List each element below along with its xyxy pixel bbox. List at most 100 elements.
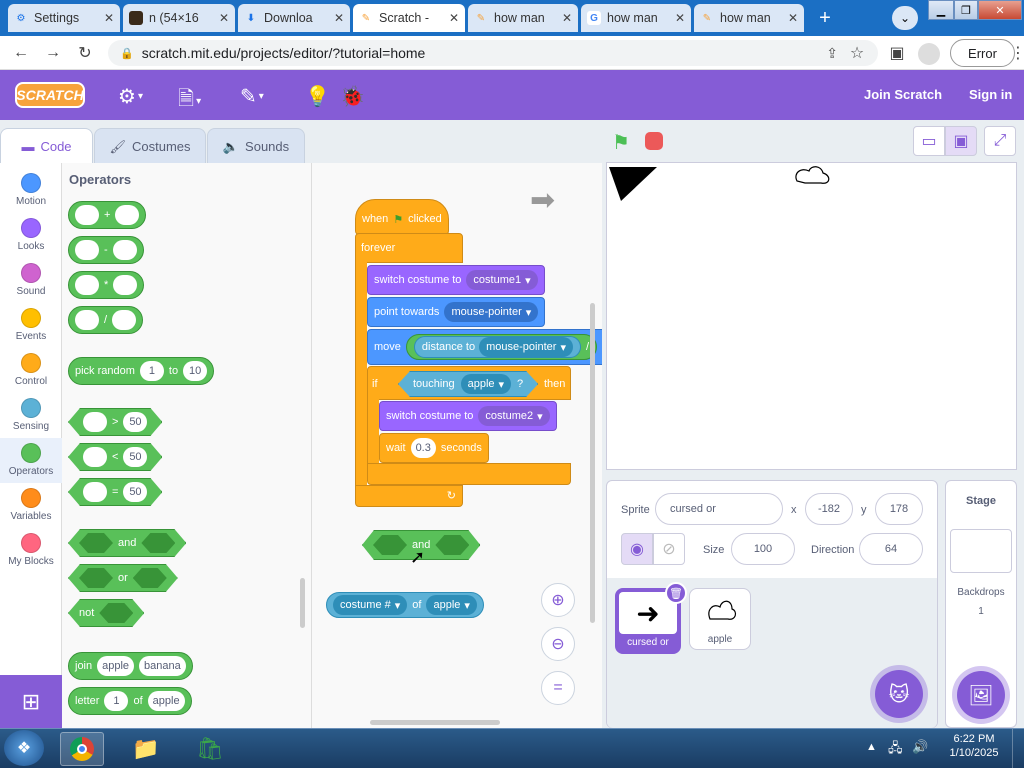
scratch-logo[interactable]: SCRATCH	[15, 82, 85, 108]
add-block[interactable]: +	[68, 201, 147, 229]
block-input[interactable]	[112, 240, 137, 260]
omnibox[interactable]: 🔒 scratch.mit.edu/projects/editor/?tutor…	[108, 40, 878, 66]
small-stage-button[interactable]: ▭	[913, 126, 945, 156]
back-button[interactable]: ←	[10, 43, 32, 63]
reload-button[interactable]: ↻	[74, 43, 96, 63]
block-input[interactable]	[83, 447, 107, 467]
subtract-block[interactable]: -	[68, 236, 144, 264]
green-flag-button[interactable]: ⚑	[612, 130, 630, 155]
greater-than-block[interactable]: >50	[68, 408, 162, 436]
direction-input[interactable]: 64	[859, 533, 923, 565]
sign-in-link[interactable]: Sign in	[969, 87, 1012, 102]
tutorials-icon[interactable]: 💡	[305, 84, 330, 109]
category-looks[interactable]: Looks	[0, 213, 62, 258]
block-input[interactable]	[75, 275, 99, 295]
or-block[interactable]: or	[68, 564, 178, 592]
volume-icon[interactable]: 🔊	[912, 739, 928, 755]
hide-sprite-button[interactable]: ⊘	[653, 533, 685, 565]
forever-block[interactable]: forever	[355, 233, 463, 263]
share-icon[interactable]: ⇪	[826, 45, 838, 62]
block-input[interactable]: apple	[147, 691, 185, 711]
minimize-button[interactable]: ▁	[928, 0, 954, 20]
error-button[interactable]: Error	[950, 39, 1015, 67]
costume-dropdown[interactable]: costume1 ▾	[466, 270, 538, 290]
block-input[interactable]: 1	[104, 691, 129, 711]
move-steps-block[interactable]: move distance to mouse-pointer ▾ /	[367, 329, 602, 365]
boolean-slot[interactable]	[373, 535, 407, 555]
bookmark-star-icon[interactable]: ☆	[846, 43, 868, 63]
wait-input[interactable]: 0.3	[410, 438, 436, 458]
palette-scrollbar[interactable]	[300, 578, 305, 628]
add-extension-button[interactable]: ⊞	[0, 675, 62, 728]
block-input[interactable]: 1	[139, 361, 164, 381]
vertical-scrollbar[interactable]	[590, 303, 595, 623]
block-input[interactable]: banana	[139, 656, 186, 676]
category-events[interactable]: Events	[0, 303, 62, 348]
block-input[interactable]: 10	[183, 361, 208, 381]
browser-tab[interactable]: G how man ✕	[581, 4, 691, 32]
close-icon[interactable]: ✕	[675, 11, 685, 25]
boolean-slot[interactable]	[79, 568, 113, 588]
tab-sounds[interactable]: 🔈 Sounds	[207, 128, 305, 164]
tab-costumes[interactable]: 🖌 Costumes	[94, 128, 206, 164]
category-operators[interactable]: Operators	[0, 438, 62, 483]
switch-costume-block[interactable]: switch costume to costume1 ▾	[367, 265, 545, 295]
store-taskbar-button[interactable]: 🛍	[188, 732, 232, 766]
start-button[interactable]: ❖	[4, 730, 44, 766]
close-icon[interactable]: ✕	[788, 11, 798, 25]
boolean-slot[interactable]	[435, 535, 469, 555]
kebab-menu-icon[interactable]: ⋮	[1010, 43, 1024, 63]
block-input[interactable]	[83, 482, 107, 502]
settings-menu[interactable]: ⚙ ▾	[118, 84, 143, 109]
choose-sprite-button[interactable]: 🐱	[875, 670, 923, 718]
block-input[interactable]	[115, 205, 140, 225]
zoom-out-button[interactable]: ⊖	[541, 627, 575, 661]
category-motion[interactable]: Motion	[0, 168, 62, 213]
touching-dropdown[interactable]: apple ▾	[461, 374, 511, 394]
browser-tab[interactable]: ⬇ Downloa ✕	[238, 4, 350, 32]
forward-button[interactable]: →	[42, 43, 64, 63]
horizontal-scrollbar[interactable]	[370, 720, 500, 725]
switch-costume-block[interactable]: switch costume to costume2 ▾	[379, 401, 557, 431]
size-input[interactable]: 100	[731, 533, 795, 565]
boolean-slot[interactable]	[99, 603, 133, 623]
zoom-in-button[interactable]: ⊕	[541, 583, 575, 617]
y-input[interactable]: 178	[875, 493, 923, 525]
close-icon[interactable]: ✕	[104, 11, 114, 25]
clock[interactable]: 6:22 PM 1/10/2025	[944, 733, 1004, 759]
block-input[interactable]: 50	[123, 482, 147, 502]
boolean-slot[interactable]	[79, 533, 113, 553]
sprite-card[interactable]: apple	[689, 588, 751, 650]
script-area[interactable]: when ⚑ clicked forever ↻ switch costume …	[312, 163, 602, 728]
distance-to-reporter[interactable]: distance to mouse-pointer ▾	[413, 336, 581, 358]
block-input[interactable]	[112, 310, 137, 330]
side-panel-icon[interactable]: ▣	[886, 43, 908, 63]
large-stage-button[interactable]: ▣	[945, 126, 977, 156]
letter-of-block[interactable]: letter 1 of apple	[68, 687, 192, 715]
stage-canvas[interactable]	[606, 162, 1017, 470]
browser-tab[interactable]: ✎ how man ✕	[468, 4, 578, 32]
category-sensing[interactable]: Sensing	[0, 393, 62, 438]
delete-sprite-button[interactable]: 🗑	[665, 582, 687, 604]
file-explorer-taskbar-button[interactable]: 📁	[124, 732, 168, 766]
show-sprite-button[interactable]: ◉	[621, 533, 653, 565]
costume-dropdown[interactable]: costume2 ▾	[478, 406, 550, 426]
join-block[interactable]: join apple banana	[68, 652, 193, 680]
pick-random-block[interactable]: pick random 1 to 10	[68, 357, 215, 385]
tab-code[interactable]: ▬ Code	[0, 128, 93, 164]
profile-avatar[interactable]	[918, 43, 940, 65]
tray-expand-icon[interactable]: ▲	[866, 741, 877, 753]
fullscreen-button[interactable]: ⤢	[984, 126, 1016, 156]
equals-block[interactable]: = 50	[68, 478, 162, 506]
edit-menu[interactable]: ✎ ▾	[240, 84, 264, 109]
close-icon[interactable]: ✕	[219, 11, 229, 25]
sprite-name-input[interactable]: cursed or	[655, 493, 783, 525]
category-variables[interactable]: Variables	[0, 483, 62, 528]
choose-backdrop-button[interactable]: 🖼	[957, 671, 1005, 719]
property-dropdown[interactable]: costume # ▾	[333, 595, 408, 615]
and-block[interactable]: and	[68, 529, 186, 557]
file-menu[interactable]: 🗎 ▾	[178, 84, 201, 118]
point-towards-block[interactable]: point towards mouse-pointer ▾	[367, 297, 546, 327]
chrome-taskbar-button[interactable]	[60, 732, 104, 766]
if-then-block[interactable]: if touching apple ▾ ? then	[367, 366, 571, 400]
